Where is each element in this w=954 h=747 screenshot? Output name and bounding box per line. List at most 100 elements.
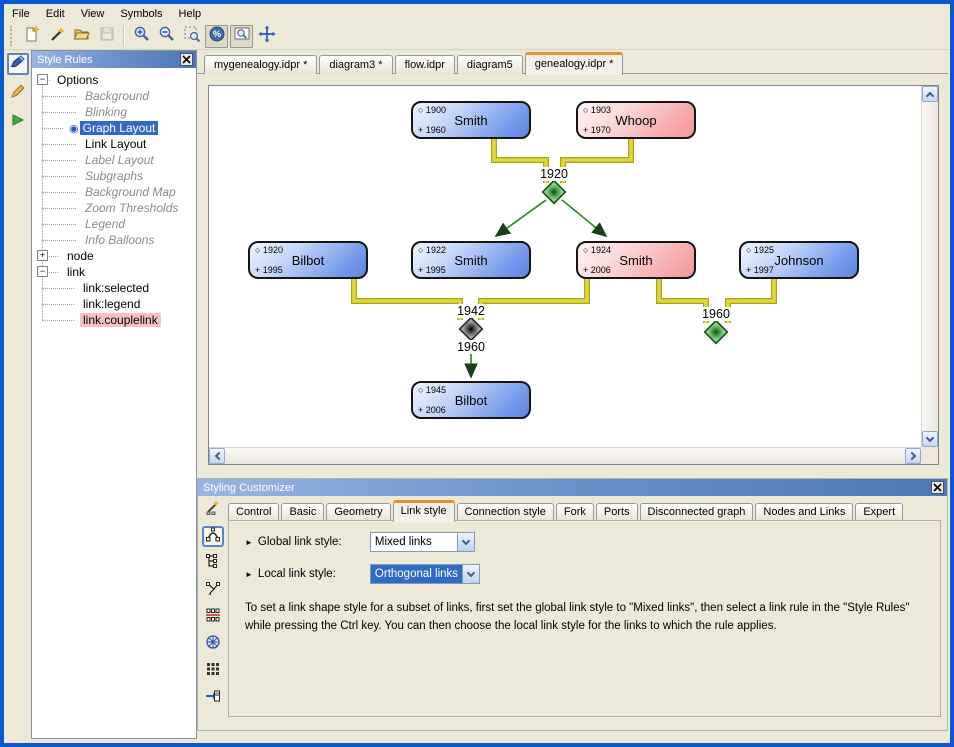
tree-row-link-legend[interactable]: link:legend bbox=[32, 296, 196, 312]
tree-row-node[interactable]: +node bbox=[32, 248, 196, 264]
customizer-tab-fork[interactable]: Fork bbox=[556, 503, 594, 521]
union-diamond-1960[interactable] bbox=[705, 321, 728, 344]
zoom-in-button[interactable] bbox=[130, 25, 153, 48]
tree-row-options[interactable]: −Options bbox=[32, 72, 196, 88]
tree-toggle-expand[interactable]: + bbox=[37, 250, 48, 261]
scroll-left-button[interactable] bbox=[209, 448, 225, 464]
zoom-percent-button[interactable]: % bbox=[205, 25, 228, 48]
person-node-bilbot-1945[interactable]: ○ 1945Bilbot+ 2006 bbox=[411, 381, 531, 419]
customizer-tab-geometry[interactable]: Geometry bbox=[326, 503, 390, 521]
vertical-scrollbar[interactable] bbox=[921, 86, 938, 447]
styling-customizer-close-button[interactable] bbox=[931, 481, 944, 494]
run-button[interactable] bbox=[7, 111, 29, 133]
spring-layout-button[interactable] bbox=[202, 580, 224, 601]
union-diamond-1942[interactable] bbox=[460, 318, 483, 341]
tree-toggle-collapse[interactable]: − bbox=[37, 74, 48, 85]
menu-edit[interactable]: Edit bbox=[38, 6, 73, 22]
scroll-up-button[interactable] bbox=[922, 86, 938, 102]
pan-button[interactable] bbox=[255, 25, 278, 48]
move-node-button[interactable] bbox=[202, 688, 224, 709]
menu-view[interactable]: View bbox=[73, 6, 113, 22]
tab-mygenealogy-idpr[interactable]: mygenealogy.idpr * bbox=[204, 55, 317, 74]
style-rules-close-button[interactable] bbox=[180, 53, 193, 66]
customizer-tab-disconnected-graph[interactable]: Disconnected graph bbox=[640, 503, 754, 521]
style-rules-titlebar[interactable]: Style Rules bbox=[32, 51, 196, 68]
tab-diagram3[interactable]: diagram3 * bbox=[319, 55, 392, 74]
zoom-area-button[interactable] bbox=[180, 25, 203, 48]
combo-global-link-style[interactable]: Mixed links bbox=[370, 532, 475, 552]
tree-row-background-map[interactable]: Background Map bbox=[32, 184, 196, 200]
couple-link[interactable] bbox=[354, 279, 460, 320]
child-link[interactable] bbox=[496, 200, 546, 236]
grid-layout-button[interactable] bbox=[202, 661, 224, 682]
tree-label: link bbox=[64, 265, 88, 279]
tree-row-label-layout[interactable]: Label Layout bbox=[32, 152, 196, 168]
styling-brush-button[interactable] bbox=[7, 53, 29, 75]
overview-button[interactable] bbox=[230, 25, 253, 48]
tree-row-zoom-thresholds[interactable]: Zoom Thresholds bbox=[32, 200, 196, 216]
styling-customizer-panel: Styling Customizer ControlBasicGeometryL… bbox=[197, 478, 948, 731]
customizer-tab-basic[interactable]: Basic bbox=[281, 503, 324, 521]
customizer-tab-connection-style[interactable]: Connection style bbox=[457, 503, 554, 521]
couple-link[interactable] bbox=[728, 279, 774, 323]
chevron-down-icon bbox=[467, 568, 475, 576]
person-node-johnson-1925[interactable]: ○ 1925Johnson+ 1997 bbox=[739, 241, 859, 279]
customizer-tab-control[interactable]: Control bbox=[228, 503, 279, 521]
tree-row-graph-layout[interactable]: ◉Graph Layout bbox=[32, 120, 196, 136]
tree-row-link[interactable]: − link bbox=[32, 264, 196, 280]
scroll-down-button[interactable] bbox=[922, 431, 938, 447]
save-button[interactable] bbox=[95, 25, 118, 48]
diagram-viewport[interactable]: 1920194219601960○ 1900Smith+ 1960○ 1903W… bbox=[209, 86, 921, 447]
circular-layout-button[interactable] bbox=[202, 634, 224, 655]
person-node-smith-1924[interactable]: ○ 1924Smith+ 2006 bbox=[576, 241, 696, 279]
tree-row-blinking[interactable]: Blinking bbox=[32, 104, 196, 120]
customizer-tab-ports[interactable]: Ports bbox=[596, 503, 638, 521]
couple-link[interactable] bbox=[563, 139, 631, 183]
menu-symbols[interactable]: Symbols bbox=[112, 6, 170, 22]
tree-row-subgraphs[interactable]: Subgraphs bbox=[32, 168, 196, 184]
styling-wand-button[interactable] bbox=[45, 25, 68, 48]
new-document-button[interactable] bbox=[20, 25, 43, 48]
toolbar-separator bbox=[123, 26, 125, 46]
menu-bar: FileEditViewSymbolsHelp bbox=[4, 4, 950, 23]
bus-layout-button[interactable] bbox=[202, 607, 224, 628]
person-node-smith-1900[interactable]: ○ 1900Smith+ 1960 bbox=[411, 101, 531, 139]
combo-dropdown-button[interactable] bbox=[457, 533, 474, 551]
toolbar-grip[interactable] bbox=[10, 26, 14, 46]
tab-flow-idpr[interactable]: flow.idpr bbox=[395, 55, 455, 74]
tree-row-info-balloons[interactable]: Info Balloons bbox=[32, 232, 196, 248]
tree-row-link-layout[interactable]: Link Layout bbox=[32, 136, 196, 152]
tree-row-legend[interactable]: Legend bbox=[32, 216, 196, 232]
customizer-tab-expert[interactable]: Expert bbox=[855, 503, 903, 521]
tree-row-background[interactable]: Background bbox=[32, 88, 196, 104]
combo-local-link-style[interactable]: Orthogonal links bbox=[370, 564, 480, 584]
horizontal-scrollbar[interactable] bbox=[209, 447, 921, 464]
customizer-wand-button[interactable] bbox=[202, 499, 224, 520]
tree-connector bbox=[42, 144, 76, 145]
menu-help[interactable]: Help bbox=[171, 6, 210, 22]
tree-row-link-selected[interactable]: link:selected bbox=[32, 280, 196, 296]
person-node-whoop-1903[interactable]: ○ 1903Whoop+ 1970 bbox=[576, 101, 696, 139]
menu-file[interactable]: File bbox=[4, 6, 38, 22]
person-node-smith-1922[interactable]: ○ 1922Smith+ 1995 bbox=[411, 241, 531, 279]
hierarchical-layout-button[interactable] bbox=[202, 526, 224, 547]
couple-link[interactable] bbox=[659, 279, 706, 323]
styling-customizer-titlebar[interactable]: Styling Customizer bbox=[198, 479, 947, 496]
combo-dropdown-button[interactable] bbox=[462, 565, 479, 583]
overview-icon bbox=[233, 25, 251, 48]
tree-layout-button[interactable] bbox=[202, 553, 224, 574]
zoom-out-button[interactable] bbox=[155, 25, 178, 48]
tab-genealogy-idpr[interactable]: genealogy.idpr * bbox=[525, 52, 624, 75]
edit-pencil-button[interactable] bbox=[7, 82, 29, 104]
child-link[interactable] bbox=[562, 200, 606, 236]
couple-link[interactable] bbox=[481, 279, 587, 320]
customizer-tab-nodes-and-links[interactable]: Nodes and Links bbox=[755, 503, 853, 521]
union-diamond-1920[interactable] bbox=[543, 181, 566, 204]
tree-row-link-couplelink[interactable]: link.couplelink bbox=[32, 312, 196, 328]
scroll-right-button[interactable] bbox=[905, 448, 921, 464]
open-button[interactable] bbox=[70, 25, 93, 48]
tab-diagram5[interactable]: diagram5 bbox=[457, 55, 523, 74]
person-node-bilbot-1920[interactable]: ○ 1920Bilbot+ 1995 bbox=[248, 241, 368, 279]
customizer-tab-link-style[interactable]: Link style bbox=[393, 500, 455, 522]
tree-toggle-collapse[interactable]: − bbox=[37, 266, 48, 277]
